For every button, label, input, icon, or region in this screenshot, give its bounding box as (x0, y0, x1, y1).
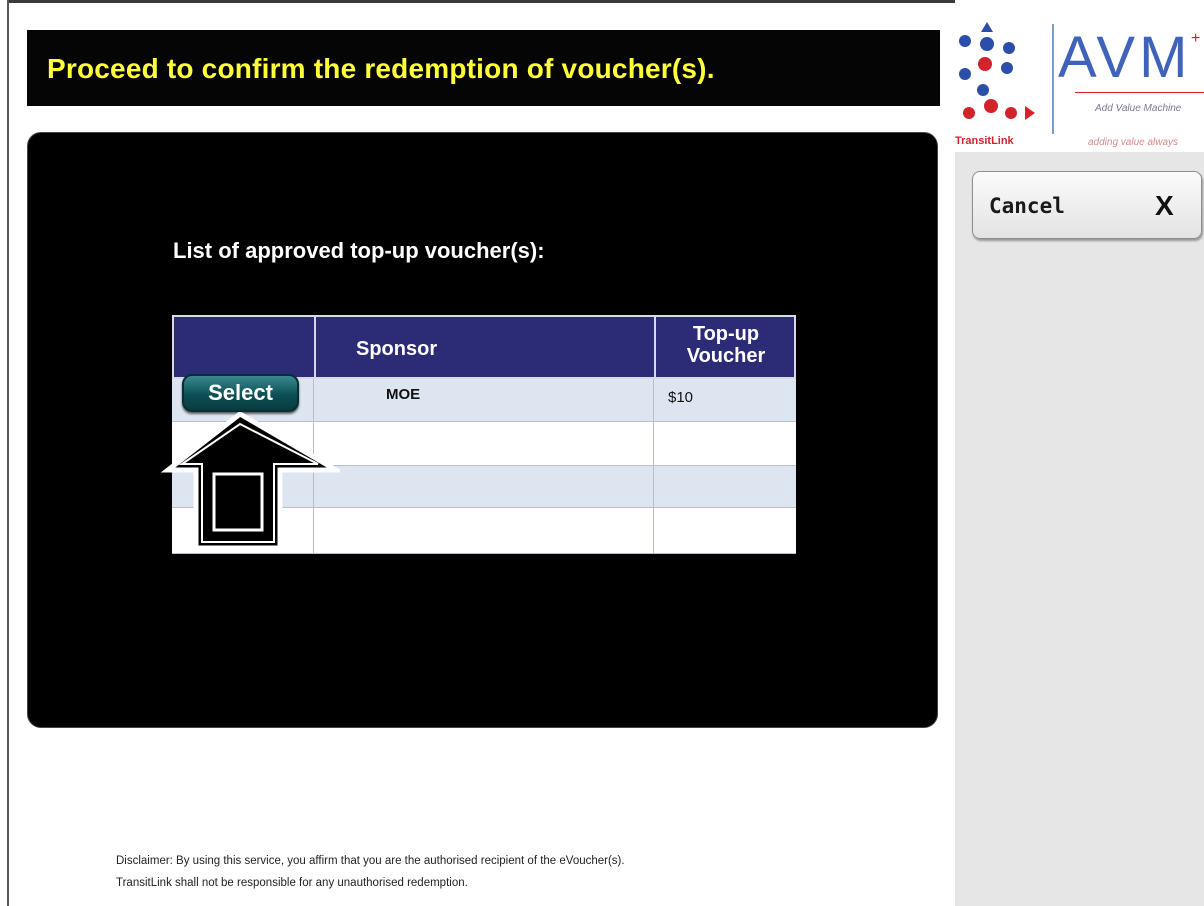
page-title: Proceed to confirm the redemption of vou… (47, 53, 715, 84)
logo-rule (1075, 92, 1204, 93)
logo-subtitle: Add Value Machine (1095, 103, 1182, 114)
cancel-label: Cancel (989, 194, 1065, 218)
sponsor-cell: MOE (386, 386, 421, 403)
column-header-line: Voucher (686, 345, 766, 367)
right-sidebar: TransitLink AVM + Add Value Machine addi… (955, 0, 1204, 906)
disclaimer-line: TransitLink shall not be responsible for… (116, 877, 468, 889)
cell-divider (653, 508, 654, 554)
header-divider (314, 317, 316, 381)
logo-tagline: adding value always (1088, 137, 1179, 148)
cell-divider (653, 379, 654, 422)
column-header-sponsor: Sponsor (356, 338, 438, 360)
plus-icon: + (1191, 30, 1201, 47)
column-header-top-up-voucher: Top-up Voucher (656, 323, 796, 367)
cell-divider (653, 466, 654, 508)
table-header: Sponsor Top-up Voucher (172, 315, 796, 381)
transitlink-dots-logo (959, 22, 1035, 120)
close-icon: X (1155, 190, 1174, 221)
window-left-border (0, 0, 9, 906)
logo-divider (1052, 24, 1054, 134)
disclaimer-line: Disclaimer: By using this service, you a… (116, 855, 625, 867)
voucher-cell: $10 (668, 389, 694, 406)
column-header-line: Top-up (692, 323, 760, 345)
list-heading: List of approved top-up voucher(s): (173, 238, 545, 263)
cell-divider (653, 422, 654, 466)
select-button[interactable]: Select (182, 374, 299, 412)
avm-wordmark: AVM (1058, 25, 1192, 90)
header-bar: Proceed to confirm the redemption of vou… (27, 30, 940, 106)
up-arrow-icon (160, 412, 340, 551)
disclaimer: Disclaimer: By using this service, you a… (116, 850, 936, 894)
cancel-button[interactable]: Cancel X (972, 171, 1202, 239)
avm-logo: TransitLink AVM + Add Value Machine addi… (955, 0, 1204, 152)
transitlink-brand: TransitLink (955, 135, 1014, 147)
